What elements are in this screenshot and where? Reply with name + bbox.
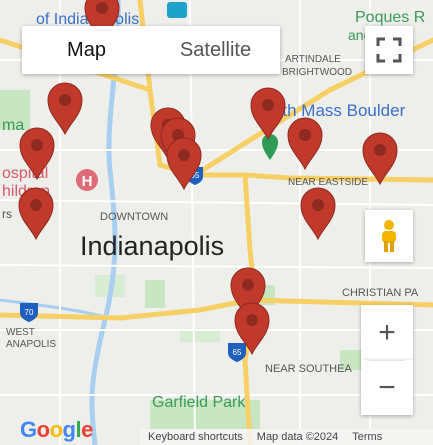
label-downtown: DOWNTOWN xyxy=(100,211,168,223)
label-christian-park: CHRISTIAN PA xyxy=(342,287,419,299)
keyboard-shortcuts-link[interactable]: Keyboard shortcuts xyxy=(148,431,243,443)
svg-text:H: H xyxy=(82,173,93,190)
svg-text:70: 70 xyxy=(25,308,34,317)
map-data-attribution: Map data ©2024 xyxy=(256,431,339,443)
street-view-button[interactable] xyxy=(365,210,413,262)
label-near-southeast: NEAR SOUTHEA xyxy=(265,363,352,375)
fullscreen-button[interactable] xyxy=(365,26,413,74)
label-partial-ma: ma xyxy=(2,117,24,134)
label-west-indianapolis: ANAPOLIS xyxy=(6,339,56,350)
terms-link[interactable]: Terms xyxy=(352,431,382,443)
label-poques: Poques R xyxy=(355,9,425,26)
label-partial-rs: rs xyxy=(2,207,12,221)
zoom-divider xyxy=(369,360,405,361)
label-near-eastside: NEAR EASTSIDE xyxy=(288,177,368,188)
hospital-icon: H xyxy=(76,169,98,191)
map-type-map-tab[interactable]: Map xyxy=(22,26,151,74)
map-type-satellite-tab[interactable]: Satellite xyxy=(151,26,280,74)
label-west: WEST xyxy=(6,327,35,338)
zoom-out-button[interactable]: − xyxy=(361,360,413,415)
svg-text:65: 65 xyxy=(233,348,242,357)
map-type-control: Map Satellite xyxy=(22,26,280,74)
label-city: Indianapolis xyxy=(80,231,224,261)
fullscreen-icon xyxy=(376,37,402,63)
label-garfield-park: Garfield Park xyxy=(152,394,246,411)
label-artindale: ARTINDALE xyxy=(285,54,341,65)
map-footer: Keyboard shortcuts Map data ©2024 Terms xyxy=(0,427,433,445)
zoom-in-button[interactable]: + xyxy=(361,305,413,360)
pegman-icon xyxy=(382,220,396,252)
label-brightwood: BRIGHTWOOD xyxy=(282,67,352,78)
